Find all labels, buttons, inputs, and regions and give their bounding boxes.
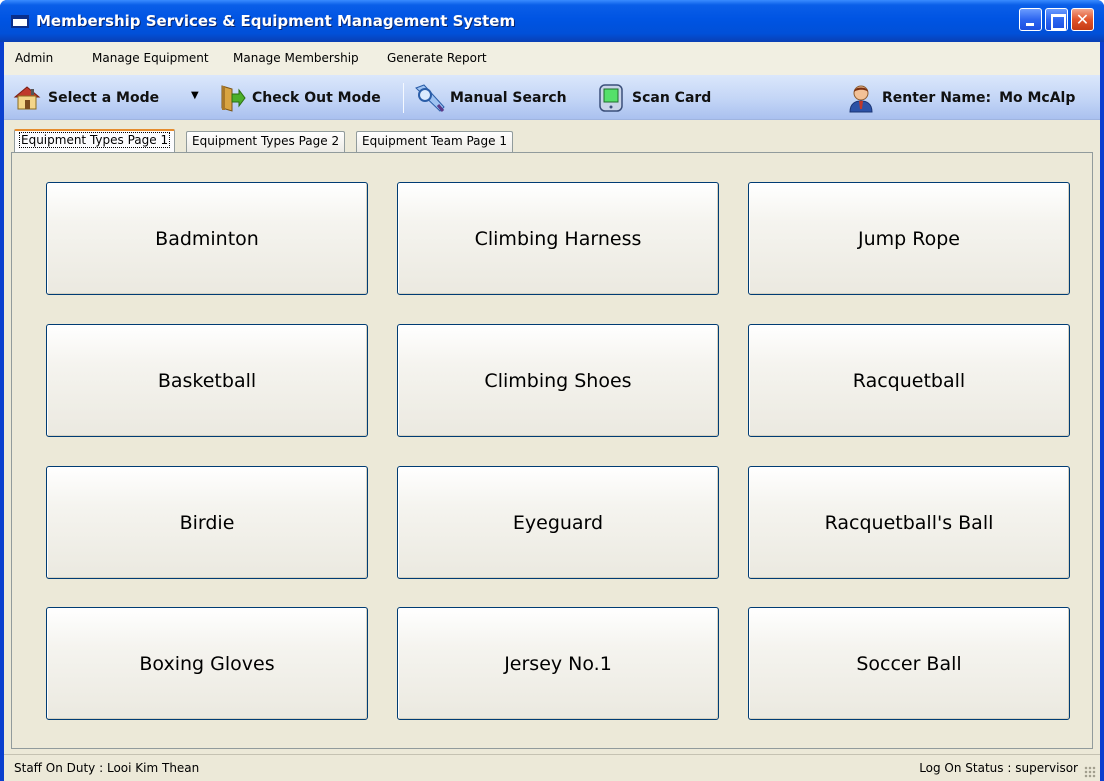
equipment-button-basketball[interactable]: Basketball: [46, 324, 368, 437]
tab-label: Equipment Types Page 1: [18, 132, 171, 148]
app-window: Membership Services & Equipment Manageme…: [0, 0, 1104, 781]
menu-generate-report[interactable]: Generate Report: [387, 51, 487, 65]
status-bar: Staff On Duty : Looi Kim Thean Log On St…: [4, 754, 1100, 781]
staff-on-duty: Staff On Duty : Looi Kim Thean: [14, 761, 199, 775]
resize-grip-icon[interactable]: [1084, 766, 1096, 778]
tab-label: Equipment Team Page 1: [362, 134, 507, 148]
check-out-mode-label: Check Out Mode: [252, 89, 381, 106]
toolbar: Select a Mode ▼ Check Out Mode Manual Se…: [4, 75, 1100, 120]
renter-label: Renter Name:: [882, 89, 992, 106]
tab-equipment-types-page-2[interactable]: Equipment Types Page 2: [186, 131, 346, 152]
equipment-button-climbing-shoes[interactable]: Climbing Shoes: [397, 324, 719, 437]
house-icon: [12, 83, 42, 113]
equipment-button-eyeguard[interactable]: Eyeguard: [397, 466, 719, 579]
close-icon: ✕: [1075, 10, 1090, 29]
close-button[interactable]: ✕: [1071, 8, 1094, 31]
equipment-button-birdie[interactable]: Birdie: [46, 466, 368, 579]
tab-equipment-team-page-1[interactable]: Equipment Team Page 1: [356, 131, 513, 152]
toolbar-separator: [403, 83, 404, 113]
equipment-button-climbing-harness[interactable]: Climbing Harness: [397, 182, 719, 295]
select-mode-button[interactable]: Select a Mode: [12, 75, 159, 120]
tab-strip: Equipment Types Page 1 Equipment Types P…: [4, 120, 1100, 153]
magnifier-pen-icon: [414, 83, 445, 113]
log-on-status: Log On Status : supervisor: [919, 761, 1078, 775]
menu-manage-equipment[interactable]: Manage Equipment: [92, 51, 209, 65]
scan-card-label: Scan Card: [632, 89, 712, 106]
tab-equipment-types-page-1[interactable]: Equipment Types Page 1: [14, 129, 176, 153]
check-out-mode-button[interactable]: Check Out Mode: [216, 75, 381, 120]
logon-value: supervisor: [1015, 761, 1078, 775]
renter-info: Renter Name: Mo McAlp: [846, 75, 1075, 120]
staff-label: Staff On Duty :: [14, 761, 104, 775]
renter-name: Mo McAlp: [999, 89, 1076, 106]
app-window-icon: [11, 15, 29, 28]
scan-card-button[interactable]: Scan Card: [596, 75, 711, 120]
equipment-button-soccer-ball[interactable]: Soccer Ball: [748, 607, 1070, 720]
equipment-button-boxing-gloves[interactable]: Boxing Gloves: [46, 607, 368, 720]
client-area: Admin Manage Equipment Manage Membership…: [4, 42, 1100, 781]
equipment-button-racquetballs-ball[interactable]: Racquetball's Ball: [748, 466, 1070, 579]
menu-bar: Admin Manage Equipment Manage Membership…: [4, 42, 1100, 75]
equipment-panel: Badminton Climbing Harness Jump Rope Bas…: [11, 152, 1093, 749]
equipment-button-racquetball[interactable]: Racquetball: [748, 324, 1070, 437]
equipment-button-jump-rope[interactable]: Jump Rope: [748, 182, 1070, 295]
staff-name: Looi Kim Thean: [106, 761, 200, 775]
equipment-button-jersey-no1[interactable]: Jersey No.1: [397, 607, 719, 720]
window-title: Membership Services & Equipment Manageme…: [36, 12, 516, 30]
menu-manage-membership[interactable]: Manage Membership: [233, 51, 359, 65]
menu-admin[interactable]: Admin: [15, 51, 53, 65]
chevron-down-icon[interactable]: ▼: [191, 90, 199, 101]
tab-label: Equipment Types Page 2: [192, 134, 340, 148]
card-reader-icon: [596, 83, 626, 113]
title-bar[interactable]: Membership Services & Equipment Manageme…: [0, 0, 1104, 42]
manual-search-label: Manual Search: [450, 89, 567, 106]
door-exit-icon: [216, 83, 246, 113]
manual-search-button[interactable]: Manual Search: [414, 75, 567, 120]
logon-label: Log On Status :: [919, 761, 1012, 775]
select-mode-label: Select a Mode: [48, 89, 160, 106]
minimize-button[interactable]: [1019, 8, 1042, 31]
user-avatar-icon: [846, 83, 876, 113]
equipment-button-badminton[interactable]: Badminton: [46, 182, 368, 295]
maximize-button[interactable]: [1045, 8, 1068, 31]
